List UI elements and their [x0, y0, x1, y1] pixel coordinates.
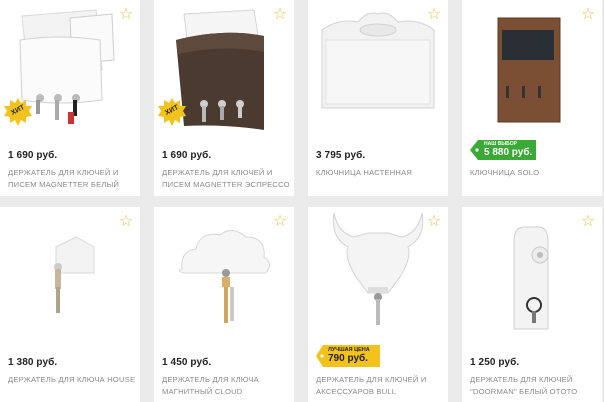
product-price: 1 690 руб.	[162, 150, 212, 161]
product-title[interactable]: ДЕРЖАТЕЛЬ ДЛЯ КЛЮЧЕЙ И АКСЕССУАРОВ BULL	[316, 374, 446, 398]
product-title[interactable]: ДЕРЖАТЕЛЬ ДЛЯ КЛЮЧА МАГНИТНЫЙ CLOUD	[162, 374, 292, 398]
favorite-star-icon[interactable]: ☆	[580, 213, 596, 229]
product-card[interactable]: ☆ ХИТ 1 690 руб. ДЕРЖАТЕЛЬ ДЛЯ КЛЮЧЕЙ И …	[0, 0, 140, 196]
product-grid: ☆ ХИТ 1 690 руб. ДЕРЖАТЕЛЬ ДЛЯ КЛЮЧЕЙ И …	[0, 0, 604, 402]
favorite-star-icon[interactable]: ☆	[272, 213, 288, 229]
product-title[interactable]: КЛЮЧНИЦА SOLO	[470, 167, 600, 179]
our-choice-badge: НАШ ВЫБОР 5 880 руб.	[470, 140, 536, 160]
product-card[interactable]: ☆ 1 380 руб. ДЕРЖАТЕЛЬ ДЛЯ КЛЮЧА HOUSE	[0, 207, 140, 402]
favorite-star-icon[interactable]: ☆	[426, 213, 442, 229]
favorite-star-icon[interactable]: ☆	[118, 6, 134, 22]
product-price: 1 690 руб.	[8, 150, 58, 161]
product-price: 1 250 руб.	[470, 357, 520, 368]
hit-badge: ХИТ	[4, 98, 32, 126]
product-card[interactable]: ☆ ХИТ 1 690 руб. ДЕРЖАТЕЛЬ ДЛЯ КЛЮЧЕЙ И …	[154, 0, 294, 196]
product-title[interactable]: ДЕРЖАТЕЛЬ ДЛЯ КЛЮЧА HOUSE	[8, 374, 138, 386]
product-card[interactable]: ☆ 3 795 руб. КЛЮЧНИЦА НАСТЕННАЯ	[308, 0, 448, 196]
product-title[interactable]: ДЕРЖАТЕЛЬ ДЛЯ КЛЮЧЕЙ "DOORMAN" БЕЛЫЙ OTO…	[470, 374, 600, 398]
favorite-star-icon[interactable]: ☆	[118, 213, 134, 229]
favorite-star-icon[interactable]: ☆	[272, 6, 288, 22]
product-card[interactable]: ☆ ЛУЧШАЯ ЦЕНА 790 руб. ДЕРЖАТЕЛЬ ДЛЯ КЛЮ…	[308, 207, 448, 402]
favorite-star-icon[interactable]: ☆	[580, 6, 596, 22]
product-title[interactable]: ДЕРЖАТЕЛЬ ДЛЯ КЛЮЧЕЙ И ПИСЕМ MAGNETTER Б…	[8, 167, 138, 191]
product-card[interactable]: ☆ 1 250 руб. ДЕРЖАТЕЛЬ ДЛЯ КЛЮЧЕЙ "DOORM…	[462, 207, 602, 402]
product-card[interactable]: ☆ НАШ ВЫБОР 5 880 руб. КЛЮЧНИЦА SOLO	[462, 0, 602, 196]
product-price: 1 380 руб.	[8, 357, 58, 368]
product-card[interactable]: ☆ 1 450 руб. ДЕРЖАТЕЛЬ ДЛЯ КЛЮЧА МАГНИТН…	[154, 207, 294, 402]
best-price-badge: ЛУЧШАЯ ЦЕНА 790 руб.	[316, 345, 380, 367]
product-price: 790 руб.	[328, 353, 368, 364]
hit-badge: ХИТ	[158, 98, 186, 126]
favorite-star-icon[interactable]: ☆	[426, 6, 442, 22]
product-title[interactable]: ДЕРЖАТЕЛЬ ДЛЯ КЛЮЧЕЙ И ПИСЕМ MAGNETTER Э…	[162, 167, 292, 191]
product-price: 1 450 руб.	[162, 357, 212, 368]
product-price: 3 795 руб.	[316, 150, 366, 161]
product-price: 5 880 руб.	[484, 147, 533, 158]
product-title[interactable]: КЛЮЧНИЦА НАСТЕННАЯ	[316, 167, 446, 179]
